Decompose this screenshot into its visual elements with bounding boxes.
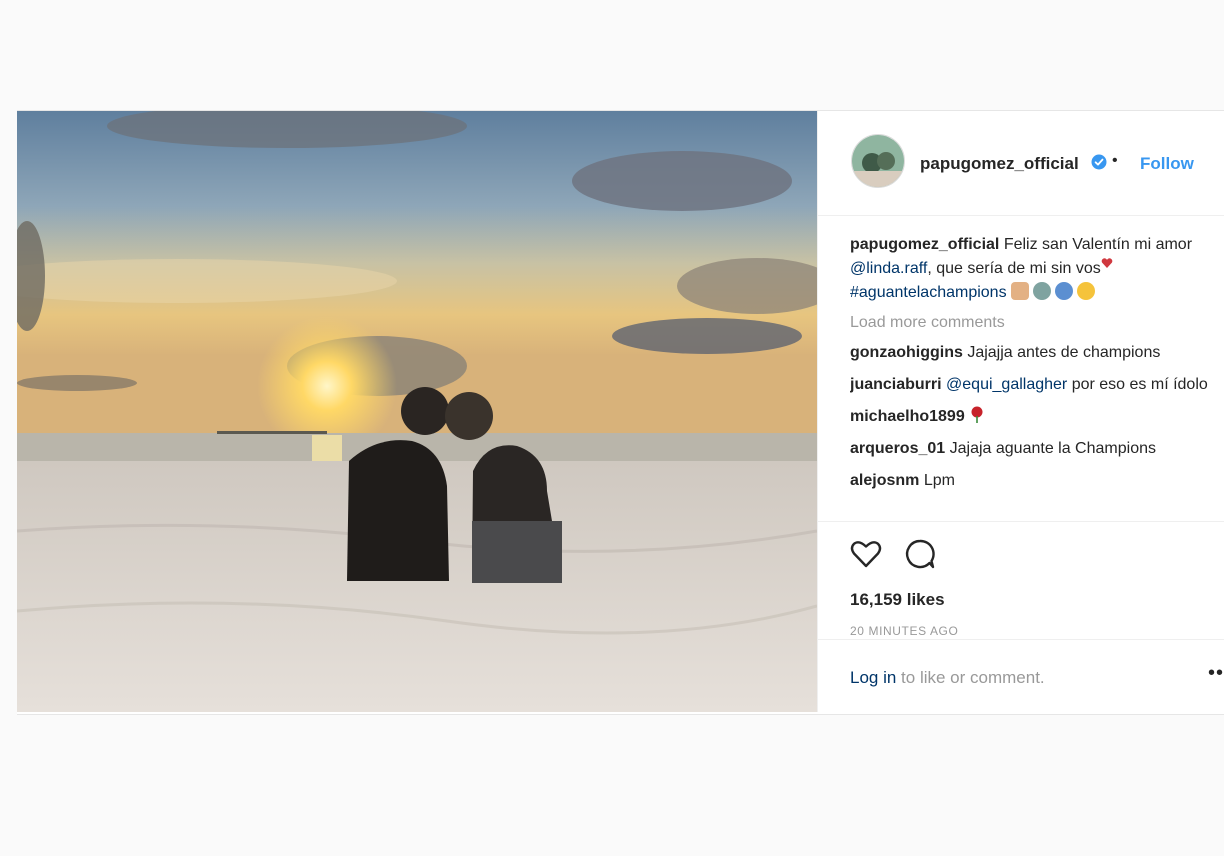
post-actions: 16,159 likes 20 MINUTES AGO [818,521,1224,640]
comment-item: arqueros_01 Jajaja aguante la Champions [850,437,1210,461]
comment-text: por eso es mí ídolo [1071,376,1208,393]
comments-list[interactable]: papugomez_official Feliz san Valentín mi… [850,233,1210,517]
comment-username[interactable]: michaelho1899 [850,408,965,425]
comment-item: juanciaburri @equi_gallagher por eso es … [850,373,1210,397]
avatar[interactable] [851,134,905,188]
separator-dot: • [1112,152,1118,169]
comment-text: Lpm [923,472,955,489]
header-username[interactable]: papugomez_official [920,154,1079,174]
post-header: papugomez_official • Follow [818,111,1224,216]
comment-item: gonzaohiggins Jajajja antes de champions [850,341,1210,365]
instagram-post: papugomez_official • Follow papugomez_of… [17,110,1224,715]
comment-username[interactable]: arqueros_01 [850,440,945,457]
comment-text: Jajaja aguante la Champions [949,440,1156,457]
heart-emoji-icon [1101,258,1113,268]
comment-item: michaelho1899 [850,405,1210,429]
comment-item: alejosnm Lpm [850,469,1210,493]
comment-mention[interactable]: @equi_gallagher [946,376,1067,393]
caption-text-1: Feliz san Valentín mi amor [1003,236,1193,253]
caption: papugomez_official Feliz san Valentín mi… [850,233,1210,305]
sunset-beach-photo [17,111,817,712]
likes-count[interactable]: 16,159 likes [850,590,945,610]
login-prompt: Log in to like or comment. [850,668,1045,688]
hand-emoji-icon [1011,282,1030,300]
comment-username[interactable]: alejosnm [850,472,919,489]
rose-icon [971,406,983,423]
caption-mention[interactable]: @linda.raff [850,260,927,277]
caption-text-2: , que sería de mi sin vos [927,260,1101,277]
caption-hashtag[interactable]: #aguantelachampions [850,284,1007,301]
login-footer: Log in to like or comment. ••• [818,639,1224,713]
comment-username[interactable]: gonzaohiggins [850,344,963,361]
caption-username[interactable]: papugomez_official [850,236,999,253]
comment-bubble-icon[interactable] [902,536,938,572]
post-sidebar: papugomez_official • Follow papugomez_of… [817,111,1224,712]
kiss-face-emoji-icon [1077,282,1096,300]
person-emoji-icon [1055,282,1074,300]
trophy-emoji-icon [1033,282,1052,300]
follow-button[interactable]: Follow [1140,154,1194,174]
more-options-icon[interactable]: ••• [1208,662,1224,685]
verified-badge-icon [1091,154,1107,170]
comment-text: Jajajja antes de champions [967,344,1161,361]
comment-username[interactable]: juanciaburri [850,376,942,393]
post-timestamp[interactable]: 20 MINUTES AGO [850,624,958,638]
load-more-comments[interactable]: Load more comments [850,311,1210,335]
login-rest-text: to like or comment. [896,668,1045,687]
heart-icon[interactable] [848,536,884,572]
post-photo[interactable] [17,111,817,712]
login-link[interactable]: Log in [850,668,896,687]
